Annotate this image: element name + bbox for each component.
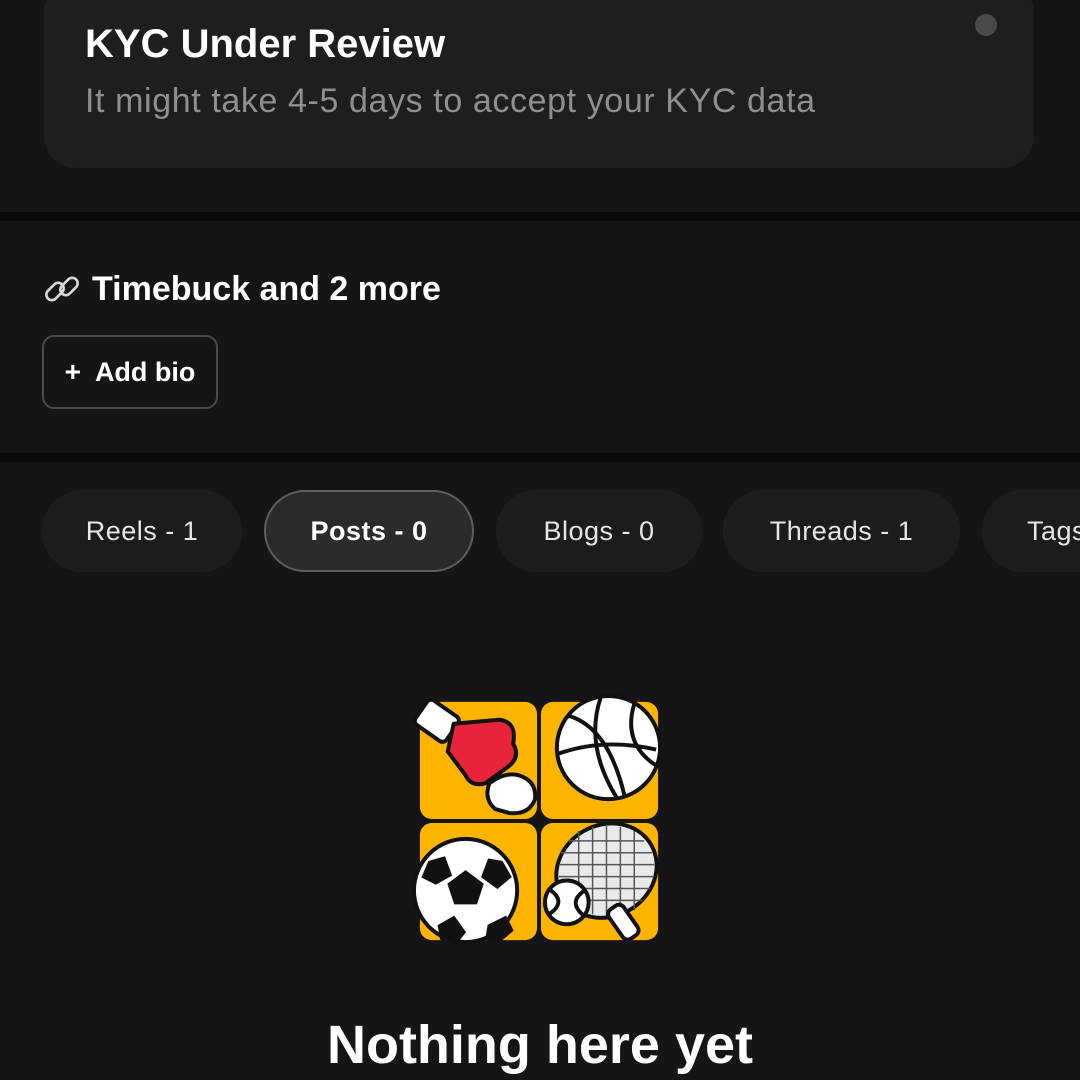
plus-icon: + <box>64 356 81 387</box>
tab-threads[interactable]: Threads - 1 <box>723 490 960 572</box>
kyc-subtitle: It might take 4-5 days to accept your KY… <box>85 82 816 120</box>
tab-reels[interactable]: Reels - 1 <box>42 490 242 572</box>
content-tabs-section: Reels - 1 Posts - 0 Blogs - 0 Threads - … <box>0 462 1080 1080</box>
status-dot-icon <box>975 14 997 36</box>
section-divider <box>0 453 1080 462</box>
link-icon <box>45 276 79 302</box>
section-divider <box>0 212 1080 221</box>
add-bio-label: Add bio <box>94 356 196 387</box>
add-bio-button[interactable]: + Add bio <box>42 335 218 409</box>
kyc-status-card[interactable]: KYC Under Review It might take 4-5 days … <box>44 0 1034 168</box>
profile-page: KYC Under Review It might take 4-5 days … <box>0 0 1080 1080</box>
kyc-section: KYC Under Review It might take 4-5 days … <box>0 0 1080 212</box>
tab-posts[interactable]: Posts - 0 <box>264 490 474 572</box>
links-label: Timebuck and 2 more <box>92 269 441 308</box>
tab-tags[interactable]: Tags <box>982 490 1080 572</box>
profile-links-section: Timebuck and 2 more + Add bio <box>0 221 1080 453</box>
empty-state-title: Nothing here yet <box>326 1015 754 1075</box>
profile-links[interactable]: Timebuck and 2 more <box>42 269 441 309</box>
kyc-title: KYC Under Review <box>85 22 446 66</box>
tab-blogs[interactable]: Blogs - 0 <box>496 490 702 572</box>
sports-icons-illustration <box>411 693 663 945</box>
